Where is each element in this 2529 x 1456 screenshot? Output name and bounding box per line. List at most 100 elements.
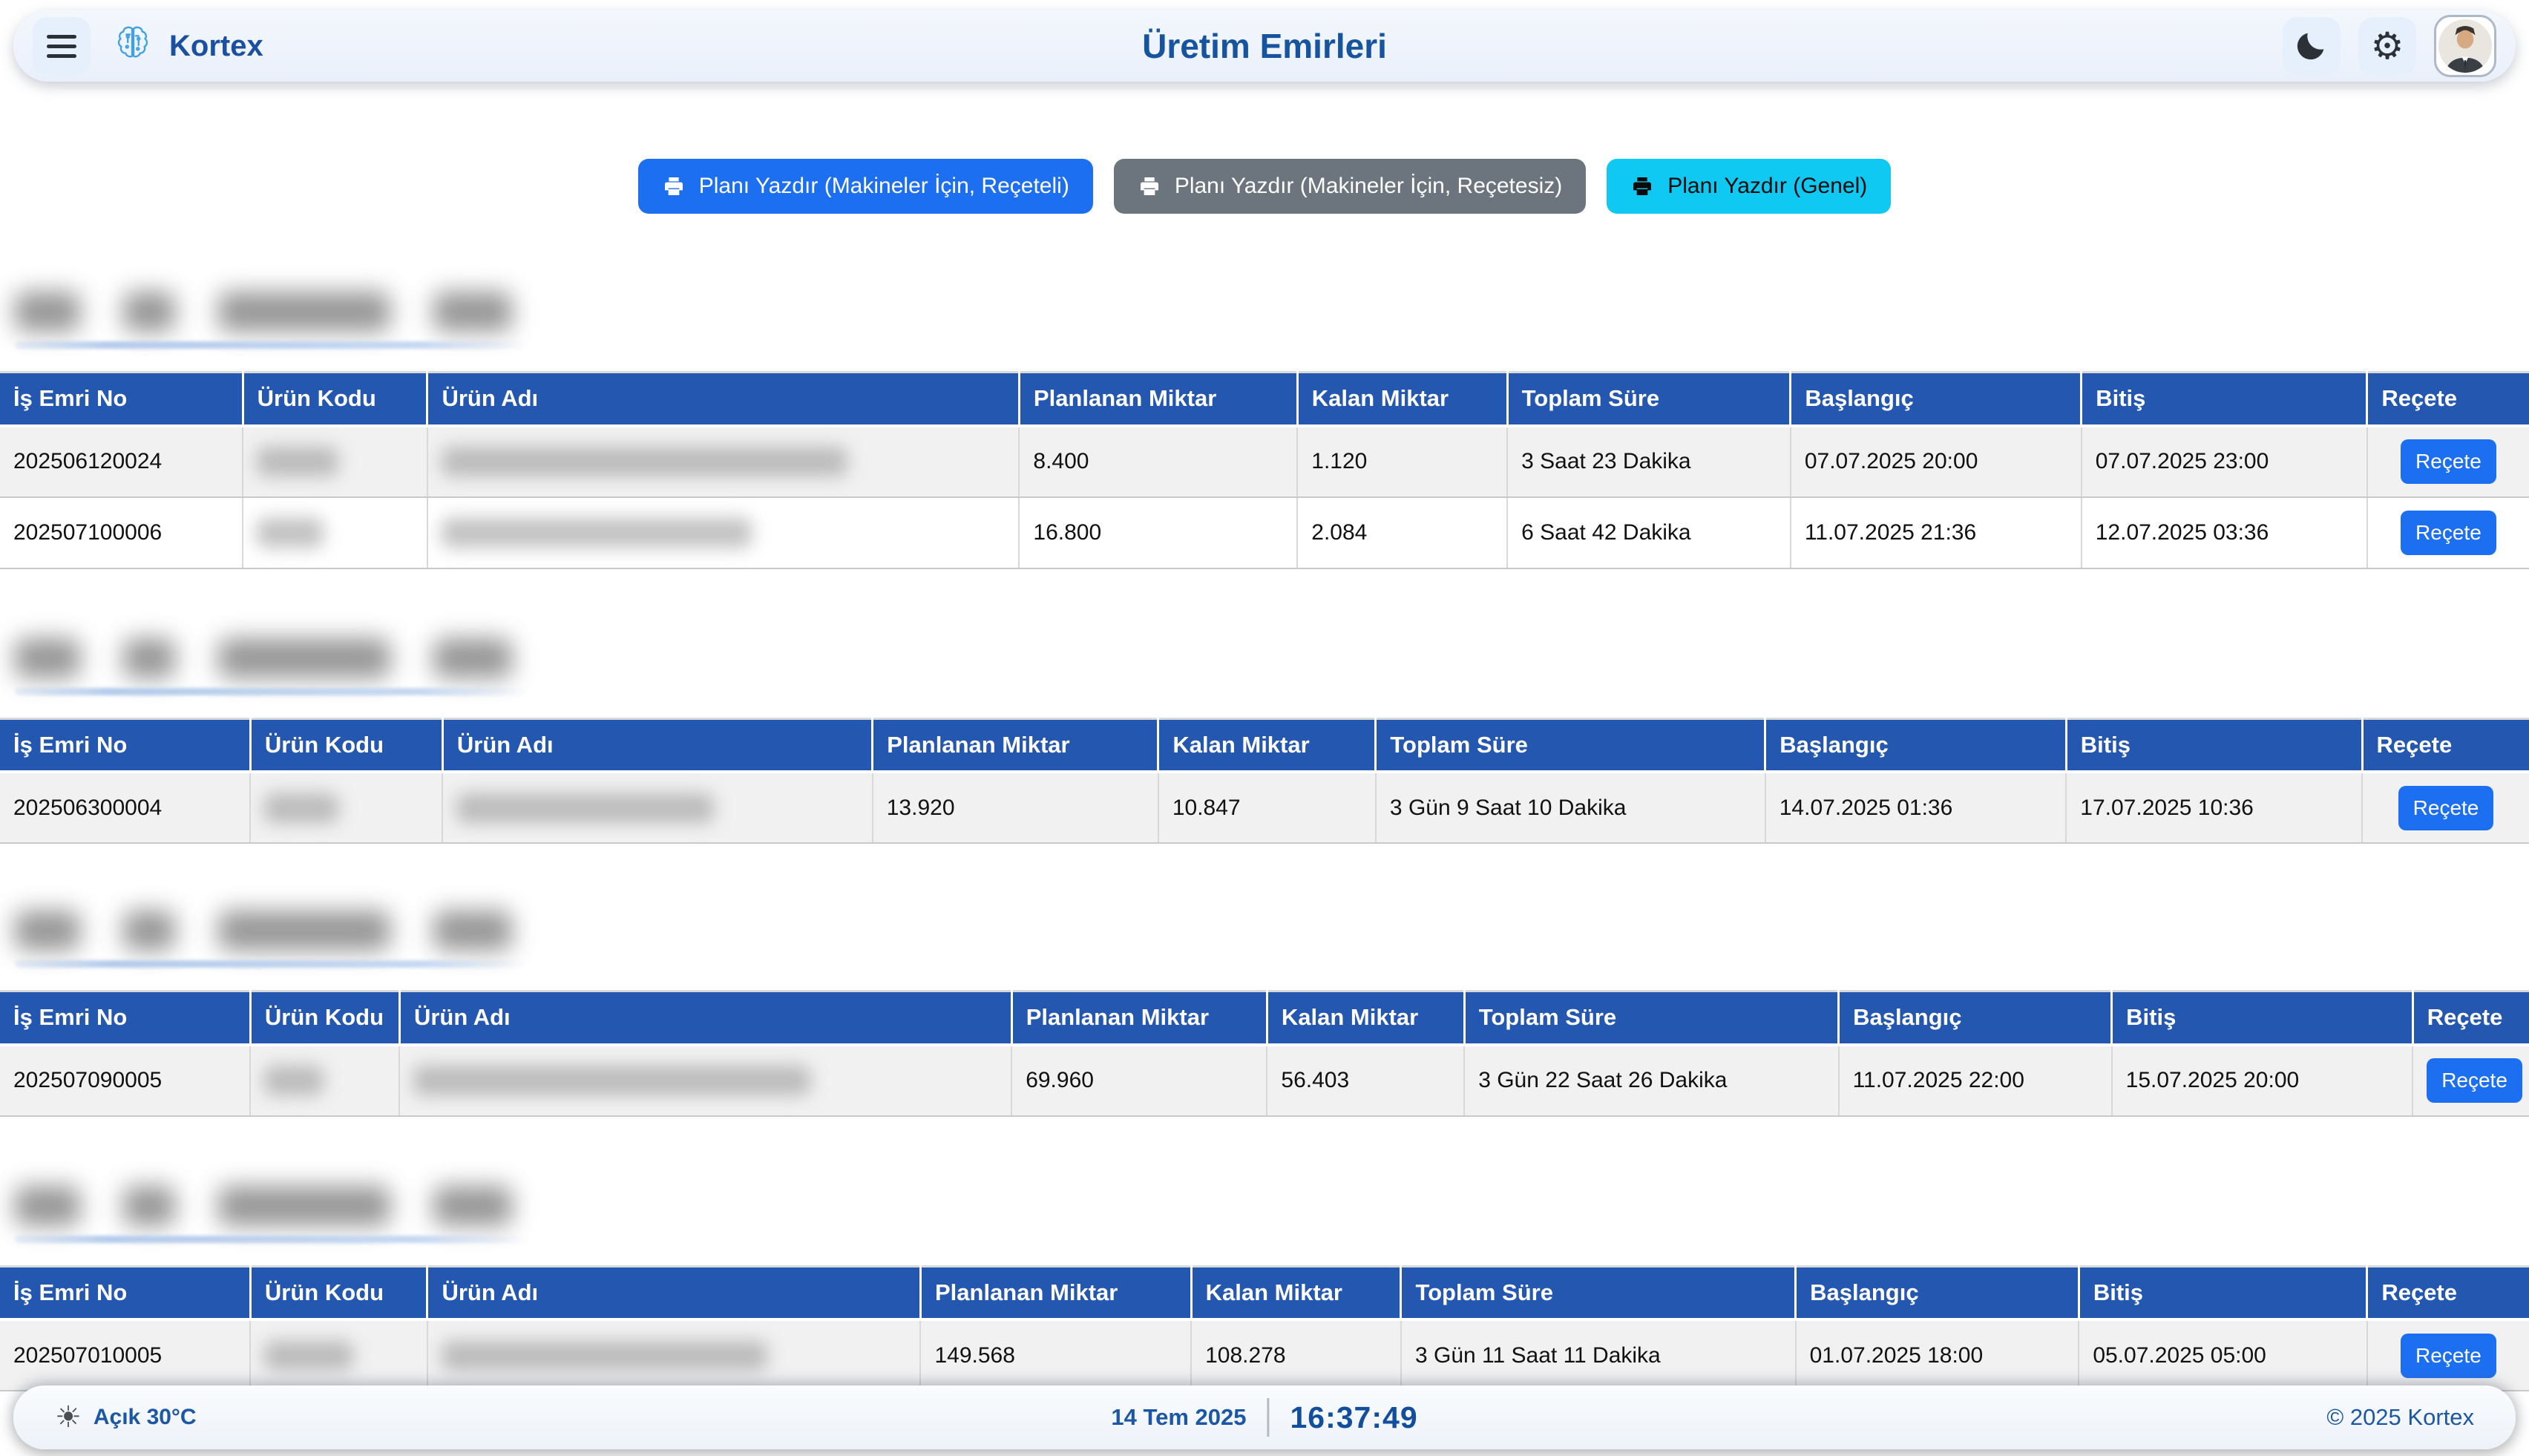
- col-urun-adi: Ürün Adı: [427, 373, 1019, 426]
- table-row: 202506120024 8.400 1.120 3 Saat 23 Dakik…: [0, 426, 2529, 497]
- col-kalan-miktar: Kalan Miktar: [1267, 991, 1464, 1045]
- weather-widget: ☀ Açık 30°C: [55, 1403, 197, 1432]
- recete-button[interactable]: Reçete: [2401, 439, 2496, 484]
- col-baslangic: Başlangıç: [1791, 373, 2082, 426]
- printer-icon: [1138, 174, 1161, 198]
- col-planlanan-miktar: Planlanan Miktar: [1019, 373, 1297, 426]
- recete-button[interactable]: Reçete: [2398, 786, 2494, 830]
- col-toplam-sure: Toplam Süre: [1376, 718, 1765, 772]
- col-urun-kodu: Ürün Kodu: [250, 1266, 427, 1319]
- top-bar: Kortex Üretim Emirleri ⚙: [13, 10, 2516, 82]
- heading-underline: [15, 688, 528, 695]
- cell-planlanan-miktar: 69.960: [1011, 1045, 1267, 1116]
- col-planlanan-miktar: Planlanan Miktar: [920, 1266, 1191, 1319]
- redacted-text: [264, 793, 338, 823]
- col-planlanan-miktar: Planlanan Miktar: [1011, 991, 1267, 1045]
- cell-toplam-sure: 3 Gün 11 Saat 11 Dakika: [1401, 1319, 1796, 1391]
- print-receteli-button[interactable]: Planı Yazdır (Makineler İçin, Reçeteli): [638, 159, 1093, 214]
- cell-planlanan-miktar: 16.800: [1019, 497, 1297, 568]
- redacted-text: [413, 1066, 810, 1095]
- cell-baslangic: 14.07.2025 01:36: [1765, 772, 2067, 843]
- cell-urun-adi-redacted: [427, 497, 1019, 568]
- cell-urun-kodu-redacted: [250, 772, 442, 843]
- user-avatar[interactable]: [2434, 15, 2496, 77]
- redacted-text: [433, 292, 512, 332]
- redacted-text: [218, 1186, 390, 1226]
- cell-baslangic: 11.07.2025 21:36: [1791, 497, 2082, 568]
- col-urun-adi: Ürün Adı: [399, 991, 1011, 1045]
- cell-kalan-miktar: 2.084: [1297, 497, 1507, 568]
- cell-is-emri-no: 202507090005: [0, 1045, 250, 1116]
- printer-icon: [662, 174, 686, 198]
- cell-kalan-miktar: 10.847: [1158, 772, 1376, 843]
- col-is-emri-no: İş Emri No: [0, 718, 250, 772]
- col-baslangic: Başlangıç: [1839, 991, 2112, 1045]
- col-recete: Reçete: [2362, 718, 2529, 772]
- settings-button[interactable]: ⚙: [2358, 17, 2416, 75]
- table-header-row: İş Emri No Ürün Kodu Ürün Adı Planlanan …: [0, 1266, 2529, 1319]
- redacted-text: [264, 1341, 353, 1371]
- recete-button[interactable]: Reçete: [2401, 511, 2496, 555]
- cell-baslangic: 11.07.2025 22:00: [1839, 1045, 2112, 1116]
- cell-toplam-sure: 3 Gün 9 Saat 10 Dakika: [1376, 772, 1765, 843]
- heading-underline: [15, 341, 528, 349]
- col-is-emri-no: İş Emri No: [0, 373, 243, 426]
- redacted-text: [123, 638, 175, 678]
- col-urun-kodu: Ürün Kodu: [250, 718, 442, 772]
- col-toplam-sure: Toplam Süre: [1507, 373, 1791, 426]
- col-planlanan-miktar: Planlanan Miktar: [873, 718, 1158, 772]
- sun-icon: ☀: [55, 1403, 82, 1432]
- col-urun-adi: Ürün Adı: [442, 718, 872, 772]
- cell-planlanan-miktar: 13.920: [873, 772, 1158, 843]
- cell-urun-adi-redacted: [399, 1045, 1011, 1116]
- cell-bitis: 17.07.2025 10:36: [2066, 772, 2362, 843]
- recete-button[interactable]: Reçete: [2401, 1334, 2496, 1378]
- print-genel-button[interactable]: Planı Yazdır (Genel): [1607, 159, 1891, 214]
- avatar-image: [2438, 19, 2492, 73]
- redacted-text: [264, 1066, 324, 1095]
- cell-kalan-miktar: 108.278: [1191, 1319, 1401, 1391]
- print-actions: Planı Yazdır (Makineler İçin, Reçeteli) …: [0, 159, 2529, 214]
- brand-name: Kortex: [169, 30, 263, 63]
- redacted-text: [442, 518, 752, 548]
- cell-urun-adi-redacted: [427, 1319, 921, 1391]
- col-is-emri-no: İş Emri No: [0, 991, 250, 1045]
- cell-urun-kodu-redacted: [243, 426, 427, 497]
- machine-name-redacted: [15, 634, 2529, 695]
- col-kalan-miktar: Kalan Miktar: [1158, 718, 1376, 772]
- cell-bitis: 12.07.2025 03:36: [2082, 497, 2367, 568]
- cell-planlanan-miktar: 8.400: [1019, 426, 1297, 497]
- divider: [1267, 1398, 1270, 1437]
- menu-button[interactable]: [33, 17, 91, 75]
- table-row: 202507100006 16.800 2.084 6 Saat 42 Daki…: [0, 497, 2529, 568]
- col-baslangic: Başlangıç: [1796, 1266, 2079, 1319]
- redacted-text: [218, 638, 390, 678]
- page-title: Üretim Emirleri: [1142, 26, 1387, 66]
- col-bitis: Bitiş: [2079, 1266, 2367, 1319]
- redacted-text: [218, 292, 390, 332]
- print-receteli-label: Planı Yazdır (Makineler İçin, Reçeteli): [699, 174, 1069, 199]
- table-row: 202507090005 69.960 56.403 3 Gün 22 Saat…: [0, 1045, 2529, 1116]
- table-header-row: İş Emri No Ürün Kodu Ürün Adı Planlanan …: [0, 373, 2529, 426]
- redacted-text: [257, 518, 324, 548]
- col-bitis: Bitiş: [2112, 991, 2413, 1045]
- col-toplam-sure: Toplam Süre: [1464, 991, 1838, 1045]
- moon-icon: [2294, 27, 2329, 65]
- redacted-text: [123, 1186, 175, 1226]
- redacted-text: [15, 292, 80, 332]
- cell-kalan-miktar: 1.120: [1297, 426, 1507, 497]
- recete-button[interactable]: Reçete: [2427, 1058, 2522, 1103]
- cell-urun-kodu-redacted: [250, 1045, 399, 1116]
- current-date: 14 Tem 2025: [1111, 1404, 1246, 1431]
- print-recetesiz-label: Planı Yazdır (Makineler İçin, Reçetesiz): [1175, 174, 1562, 199]
- redacted-text: [123, 911, 175, 951]
- cell-toplam-sure: 6 Saat 42 Dakika: [1507, 497, 1791, 568]
- heading-underline: [15, 1236, 528, 1243]
- table-header-row: İş Emri No Ürün Kodu Ürün Adı Planlanan …: [0, 718, 2529, 772]
- col-kalan-miktar: Kalan Miktar: [1297, 373, 1507, 426]
- print-recetesiz-button[interactable]: Planı Yazdır (Makineler İçin, Reçetesiz): [1114, 159, 1586, 214]
- orders-table-4: İş Emri No Ürün Kodu Ürün Adı Planlanan …: [0, 1265, 2529, 1392]
- col-kalan-miktar: Kalan Miktar: [1191, 1266, 1401, 1319]
- machine-section-3: İş Emri No Ürün Kodu Ürün Adı Planlanan …: [0, 907, 2529, 1117]
- dark-mode-button[interactable]: [2283, 17, 2341, 75]
